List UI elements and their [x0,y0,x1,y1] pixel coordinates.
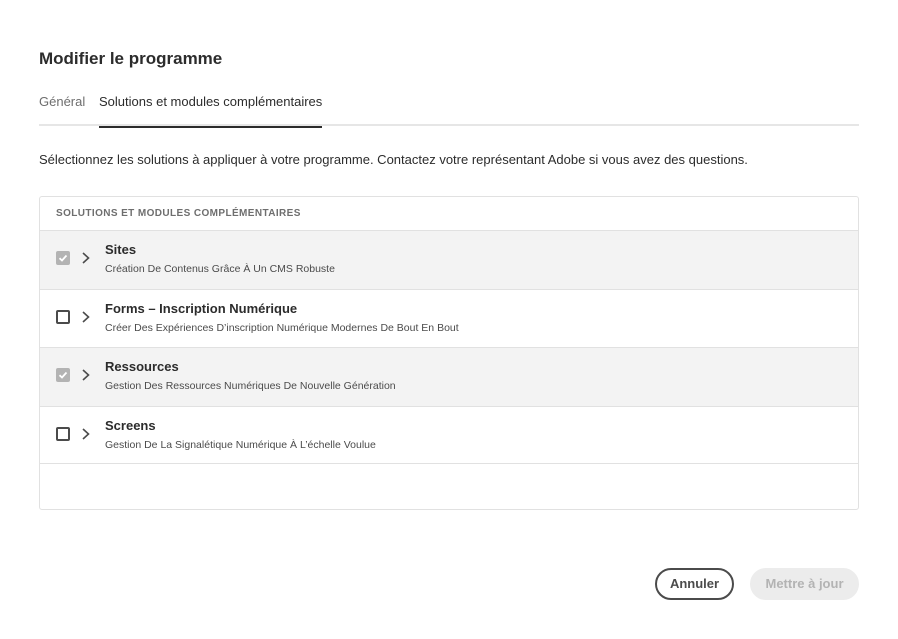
chevron-right-icon[interactable] [80,368,92,382]
row-title: Ressources [105,359,179,374]
tab-general[interactable]: Général [39,94,85,126]
chevron-right-icon[interactable] [80,427,92,441]
row-subtitle: Création De Contenus Grâce À Un CMS Robu… [105,263,335,275]
sites-checkbox[interactable] [56,251,70,265]
row-subtitle: Gestion De La Signalétique Numérique À L… [105,438,376,451]
table-row-screens: Screens Gestion De La Signalétique Numér… [40,405,858,464]
cancel-button[interactable]: Annuler [655,568,734,600]
row-subtitle: Créer Des Expériences D’inscription Numé… [105,321,459,334]
chevron-right-icon[interactable] [80,310,92,324]
table-row-forms: Forms – Inscription Numérique Créer Des … [40,288,858,347]
chevron-right-icon[interactable] [80,251,92,265]
dialog-title: Modifier le programme [39,49,223,68]
instructions-text: Sélectionnez les solutions à appliquer à… [39,152,748,167]
row-title: Sites [105,242,137,257]
row-subtitle: Gestion Des Ressources Numériques De Nou… [105,380,396,392]
forms-checkbox[interactable] [56,309,70,324]
tab-solutions[interactable]: Solutions et modules complémentaires [99,94,323,128]
tab-bar: Général Solutions et modules complémenta… [39,88,859,128]
row-title: Forms – Inscription Numérique [105,300,298,316]
screens-checkbox[interactable] [56,426,70,441]
row-title: Screens [105,417,156,433]
solutions-table: SOLUTIONS ET MODULES COMPLÉMENTAIRES Sit… [39,196,859,510]
table-header: SOLUTIONS ET MODULES COMPLÉMENTAIRES [56,208,301,219]
edit-program-dialog: Modifier le programme Général Solutions … [0,0,898,639]
table-row-ressources: Ressources Gestion Des Ressources Numéri… [40,347,858,406]
update-button[interactable]: Mettre à jour [750,568,859,600]
table-row-sites: Sites Création De Contenus Grâce À Un CM… [40,230,858,289]
checkmark-icon [58,371,68,379]
ressources-checkbox[interactable] [56,368,70,382]
checkmark-icon [58,254,68,262]
